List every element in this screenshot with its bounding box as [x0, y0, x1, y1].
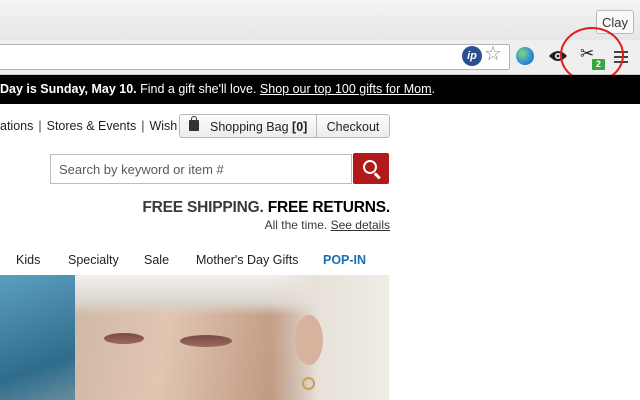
utility-link-locations[interactable]: ations	[0, 119, 33, 133]
shipping-headline: FREE SHIPPING. FREE RETURNS.	[142, 199, 390, 216]
shipping-promo: FREE SHIPPING. FREE RETURNS. All the tim…	[142, 199, 390, 233]
utility-links: ations | Stores & Events | Wish List	[0, 119, 200, 133]
browser-title-bar: Clay	[0, 0, 640, 41]
promo-link[interactable]: Shop our top 100 gifts for Mom	[260, 82, 432, 96]
nav-item-kids[interactable]: Kids	[16, 253, 40, 267]
shopping-bag-count: [0]	[292, 120, 308, 134]
checkout-button[interactable]: Checkout	[316, 114, 390, 138]
separator: |	[141, 119, 145, 133]
promo-text: Find a gift she'll love.	[136, 82, 260, 96]
ip-extension-icon[interactable]: ip	[462, 46, 482, 66]
shopping-bag-label: Shopping Bag [0]	[210, 120, 308, 134]
promo-banner: Day is Sunday, May 10. Find a gift she'l…	[0, 75, 640, 104]
shopping-bag-button[interactable]: Shopping Bag [0]	[179, 114, 317, 138]
utility-link-stores-events[interactable]: Stores & Events	[47, 119, 137, 133]
see-details-link[interactable]: See details	[331, 218, 390, 232]
nav-item-specialty[interactable]: Specialty	[68, 253, 119, 267]
nav-item-sale[interactable]: Sale	[144, 253, 169, 267]
shipping-subline: All the time. See details	[264, 218, 390, 232]
promo-date-text: Day is Sunday, May 10.	[0, 82, 137, 96]
search-input[interactable]	[50, 154, 352, 184]
separator: |	[38, 119, 42, 133]
nav-item-pop-in[interactable]: POP-IN	[323, 253, 366, 267]
address-bar[interactable]	[0, 44, 510, 70]
bookmark-star-icon[interactable]: ☆	[484, 43, 502, 65]
shopping-bag-icon	[189, 116, 199, 131]
search-button[interactable]	[353, 153, 389, 184]
hero-image[interactable]	[0, 275, 389, 400]
nav-item-mothers-day-gifts[interactable]: Mother's Day Gifts	[196, 253, 298, 267]
browser-toolbar: ip ☆ ✂ 2	[0, 40, 640, 75]
promo-period: .	[431, 82, 436, 96]
globe-icon[interactable]	[516, 47, 534, 65]
